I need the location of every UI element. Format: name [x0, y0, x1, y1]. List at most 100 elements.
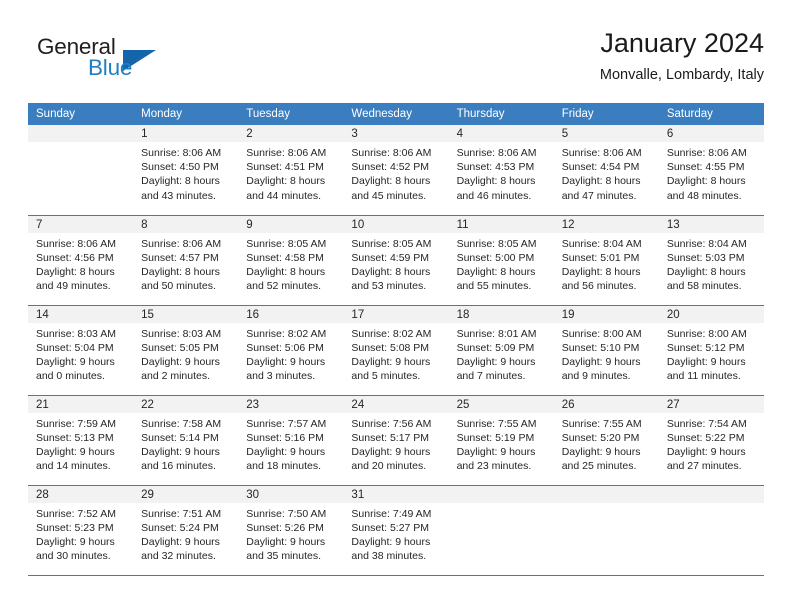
sunset-text: Sunset: 4:57 PM [141, 251, 219, 264]
day-details: Sunrise: 7:54 AM Sunset: 5:22 PM Daylight:… [659, 413, 764, 474]
calendar-day-cell[interactable]: 1 Sunrise: 8:06 AM Sunset: 4:50 PM Daylight… [133, 125, 239, 216]
calendar-day-cell[interactable]: 19 Sunrise: 8:00 AM Sunset: 5:10 PM Dayligh… [553, 305, 659, 396]
sunset-text: Sunset: 5:05 PM [141, 341, 219, 354]
calendar-day-cell[interactable]: 3 Sunrise: 8:06 AM Sunset: 4:52 PM Daylight… [343, 125, 449, 216]
calendar-day-cell[interactable]: 14 Sunrise: 8:03 AM Sunset: 5:04 PM Dayligh… [28, 305, 134, 396]
brand-logo[interactable]: General Blue [28, 34, 248, 90]
sunset-text: Sunset: 4:54 PM [561, 161, 640, 174]
calendar-day-cell[interactable]: 25 Sunrise: 7:55 AM Sunset: 5:19 PM Dayligh… [448, 395, 554, 486]
daylight-text-line2: and 45 minutes. [351, 189, 427, 202]
daylight-text-line1: Daylight: 8 hours [36, 265, 115, 278]
day-details: Sunrise: 7:55 AM Sunset: 5:20 PM Daylight:… [554, 413, 659, 474]
sunrise-text: Sunrise: 8:06 AM [36, 237, 116, 250]
day-number: 21 [28, 395, 134, 413]
sunset-text: Sunset: 5:08 PM [351, 341, 430, 354]
daylight-text-line2: and 49 minutes. [36, 280, 111, 293]
weekday-header-friday: Friday [553, 103, 659, 125]
sunrise-text: Sunrise: 8:04 AM [561, 237, 642, 250]
daylight-text-line2: and 7 minutes. [456, 370, 526, 383]
calendar-day-cell[interactable]: 23 Sunrise: 7:57 AM Sunset: 5:16 PM Dayligh… [238, 395, 344, 486]
calendar-week-row: 1 Sunrise: 8:06 AM Sunset: 4:50 PM Daylight… [28, 125, 764, 216]
day-details: Sunrise: 8:01 AM Sunset: 5:09 PM Daylight:… [449, 323, 554, 384]
calendar-day-cell[interactable]: 31 Sunrise: 7:49 AM Sunset: 5:27 PM Dayligh… [343, 485, 449, 576]
calendar-day-cell[interactable]: 22 Sunrise: 7:58 AM Sunset: 5:14 PM Dayligh… [133, 395, 239, 486]
sunrise-text: Sunrise: 7:55 AM [456, 417, 537, 430]
calendar-day-cell[interactable]: 7 Sunrise: 8:06 AM Sunset: 4:56 PM Daylight… [28, 215, 134, 306]
day-details: Sunrise: 7:50 AM Sunset: 5:26 PM Daylight:… [238, 503, 343, 564]
weekday-header-wednesday: Wednesday [343, 103, 449, 125]
page-header: General Blue January 2024 Monvalle, Lomb… [28, 26, 764, 96]
sunset-text: Sunset: 4:59 PM [351, 251, 430, 264]
sunset-text: Sunset: 5:13 PM [36, 431, 114, 444]
daylight-text-line2: and 43 minutes. [141, 189, 216, 202]
calendar-day-cell[interactable]: 20 Sunrise: 8:00 AM Sunset: 5:12 PM Dayligh… [658, 305, 764, 396]
daylight-text-line1: Daylight: 8 hours [351, 175, 431, 188]
calendar-day-cell[interactable]: 16 Sunrise: 8:02 AM Sunset: 5:06 PM Dayligh… [238, 305, 344, 396]
daylight-text-line1: Daylight: 9 hours [561, 355, 641, 368]
calendar-day-cell[interactable]: 27 Sunrise: 7:54 AM Sunset: 5:22 PM Dayligh… [658, 395, 764, 486]
daylight-text-line2: and 50 minutes. [141, 280, 216, 293]
brand-name-blue: Blue [88, 55, 133, 80]
day-details: Sunrise: 8:05 AM Sunset: 4:59 PM Daylight:… [343, 233, 448, 294]
calendar-day-cell[interactable]: 26 Sunrise: 7:55 AM Sunset: 5:20 PM Dayligh… [553, 395, 659, 486]
daylight-text-line1: Daylight: 9 hours [141, 355, 220, 368]
calendar-day-cell[interactable]: 28 Sunrise: 7:52 AM Sunset: 5:23 PM Dayligh… [28, 485, 134, 576]
sunset-text: Sunset: 5:19 PM [456, 431, 535, 444]
daylight-text-line1: Daylight: 8 hours [666, 265, 746, 278]
calendar-day-cell[interactable]: 6 Sunrise: 8:06 AM Sunset: 4:55 PM Daylight… [658, 125, 764, 216]
calendar-day-cell[interactable]: 9 Sunrise: 8:05 AM Sunset: 4:58 PM Daylight… [238, 215, 344, 306]
daylight-text-line2: and 11 minutes. [666, 370, 741, 383]
day-details: Sunrise: 8:03 AM Sunset: 5:05 PM Daylight:… [133, 323, 238, 384]
sunrise-text: Sunrise: 7:50 AM [246, 507, 327, 520]
calendar-day-cell[interactable]: 15 Sunrise: 8:03 AM Sunset: 5:05 PM Dayligh… [133, 305, 239, 396]
location-subtitle: Monvalle, Lombardy, Italy [599, 67, 764, 83]
daylight-text-line1: Daylight: 9 hours [456, 445, 536, 458]
day-number: 10 [343, 215, 449, 233]
daylight-text-line2: and 32 minutes. [141, 550, 216, 563]
daylight-text-line2: and 18 minutes. [246, 460, 321, 473]
day-details: Sunrise: 8:06 AM Sunset: 4:54 PM Daylight:… [554, 142, 659, 203]
sunrise-text: Sunrise: 7:52 AM [36, 507, 116, 520]
daylight-text-line2: and 53 minutes. [351, 280, 427, 293]
daylight-text-line1: Daylight: 8 hours [351, 265, 431, 278]
daylight-text-line2: and 14 minutes. [36, 460, 111, 473]
calendar-day-cell[interactable]: 13 Sunrise: 8:04 AM Sunset: 5:03 PM Dayligh… [658, 215, 764, 306]
sunrise-text: Sunrise: 8:06 AM [456, 147, 537, 159]
calendar-day-cell[interactable]: 10 Sunrise: 8:05 AM Sunset: 4:59 PM Dayligh… [343, 215, 449, 306]
calendar-day-cell[interactable]: 21 Sunrise: 7:59 AM Sunset: 5:13 PM Dayligh… [28, 395, 134, 486]
calendar-day-cell[interactable]: 2 Sunrise: 8:06 AM Sunset: 4:51 PM Daylight… [238, 125, 344, 216]
daylight-text-line2: and 23 minutes. [456, 460, 532, 473]
calendar-day-cell[interactable]: 24 Sunrise: 7:56 AM Sunset: 5:17 PM Dayligh… [343, 395, 449, 486]
sunrise-text: Sunrise: 8:01 AM [456, 327, 537, 340]
daylight-text-line2: and 0 minutes. [36, 370, 105, 383]
day-number: 13 [658, 215, 764, 233]
day-details: Sunrise: 8:06 AM Sunset: 4:50 PM Daylight:… [133, 142, 238, 203]
calendar-day-cell[interactable]: 5 Sunrise: 8:06 AM Sunset: 4:54 PM Daylight… [553, 125, 659, 216]
sunrise-text: Sunrise: 8:05 AM [246, 237, 327, 250]
day-number: 27 [658, 395, 764, 413]
calendar-day-cell[interactable]: 4 Sunrise: 8:06 AM Sunset: 4:53 PM Daylight… [448, 125, 554, 216]
calendar-day-cell[interactable]: 8 Sunrise: 8:06 AM Sunset: 4:57 PM Daylight… [133, 215, 239, 306]
daylight-text-line2: and 35 minutes. [246, 550, 321, 563]
daylight-text-line2: and 46 minutes. [456, 189, 532, 202]
daylight-text-line2: and 52 minutes. [246, 280, 321, 293]
calendar-day-cell[interactable]: 18 Sunrise: 8:01 AM Sunset: 5:09 PM Dayligh… [448, 305, 554, 396]
sunset-text: Sunset: 5:03 PM [666, 251, 745, 264]
calendar-body: 1 Sunrise: 8:06 AM Sunset: 4:50 PM Daylight… [28, 125, 764, 576]
sunrise-text: Sunrise: 8:05 AM [351, 237, 432, 250]
weekday-header-sunday: Sunday [28, 103, 134, 125]
daylight-text-line2: and 48 minutes. [666, 189, 742, 202]
calendar-day-cell[interactable]: 30 Sunrise: 7:50 AM Sunset: 5:26 PM Dayligh… [238, 485, 344, 576]
day-number: 31 [343, 485, 449, 503]
title-block: January 2024 Monvalle, Lombardy, Italy [600, 26, 764, 86]
calendar-day-cell[interactable]: 11 Sunrise: 8:05 AM Sunset: 5:00 PM Dayligh… [448, 215, 554, 306]
daylight-text-line1: Daylight: 8 hours [456, 265, 536, 278]
day-number: 16 [238, 305, 344, 323]
calendar-day-cell[interactable]: 17 Sunrise: 8:02 AM Sunset: 5:08 PM Dayligh… [343, 305, 449, 396]
calendar-day-cell[interactable]: 12 Sunrise: 8:04 AM Sunset: 5:01 PM Dayligh… [553, 215, 659, 306]
calendar-day-cell[interactable]: 29 Sunrise: 7:51 AM Sunset: 5:24 PM Dayligh… [133, 485, 239, 576]
daylight-text-line1: Daylight: 9 hours [666, 355, 746, 368]
calendar-grid: Sunday Monday Tuesday Wednesday Thursday… [28, 103, 764, 576]
day-number: 15 [133, 305, 239, 323]
sunset-text: Sunset: 5:06 PM [246, 341, 324, 354]
